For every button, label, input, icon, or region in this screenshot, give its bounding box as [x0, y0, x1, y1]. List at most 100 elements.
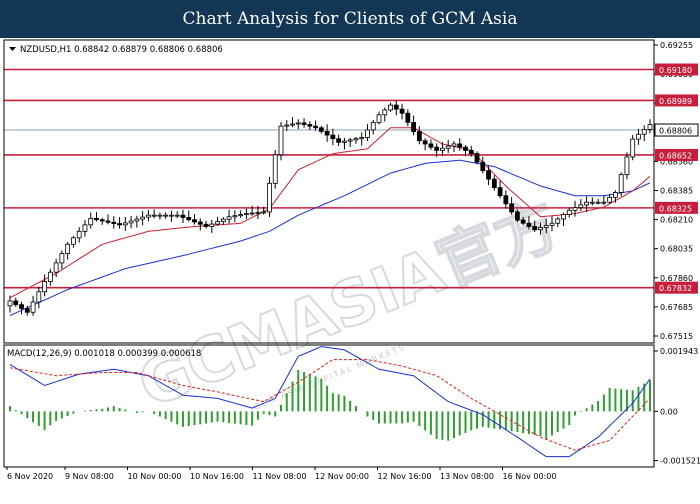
- x-tick-label: 16 Nov 00:00: [503, 472, 557, 481]
- macd-y-tick-label: 0.001943: [660, 347, 698, 356]
- candle-body: [134, 218, 140, 222]
- candle-body: [88, 217, 94, 226]
- candle-body: [607, 196, 613, 203]
- candle-body: [647, 124, 653, 130]
- candle-body: [59, 253, 65, 264]
- candle-body: [538, 227, 543, 231]
- macd-y-tick-label: -0.001521: [660, 457, 700, 466]
- candle-body: [509, 203, 515, 213]
- candle-body: [71, 237, 76, 245]
- candle-body: [555, 218, 561, 224]
- candle-body: [584, 201, 589, 206]
- candle-body: [630, 138, 636, 158]
- candle-body: [47, 271, 53, 282]
- candle-body: [601, 201, 607, 204]
- candle-body: [192, 219, 197, 223]
- candle-body: [434, 146, 440, 151]
- macd-panel: [9, 346, 651, 458]
- candle-body: [307, 124, 313, 127]
- candle-body: [457, 143, 463, 148]
- candle-body: [186, 217, 192, 221]
- candle-body: [382, 109, 388, 116]
- candle-body: [613, 192, 618, 198]
- candle-body: [561, 214, 566, 220]
- candle-body: [13, 300, 19, 306]
- candle-body: [347, 139, 353, 142]
- level-label: 0.68652: [659, 151, 692, 160]
- level-label: 0.69180: [659, 66, 692, 75]
- candle-body: [249, 212, 255, 215]
- candle-body: [532, 226, 538, 231]
- candle-body: [53, 262, 59, 273]
- candle-body: [272, 154, 278, 184]
- candle-body: [117, 223, 122, 226]
- candle-body: [486, 170, 491, 180]
- candle-body: [342, 140, 347, 143]
- y-tick-label: 0.68035: [660, 245, 693, 254]
- collapse-arrow-icon: [9, 47, 16, 51]
- candle-body: [376, 114, 382, 123]
- candle-body: [422, 140, 428, 145]
- chart-area: GCMASIA官方 GCM ASIA CAPITAL MARKETS NZDUSD…: [0, 38, 700, 500]
- candle-body: [145, 214, 151, 218]
- candle-body: [514, 211, 520, 221]
- candle-body: [636, 133, 641, 140]
- candle-body: [278, 125, 284, 156]
- candle-body: [416, 131, 422, 142]
- x-tick-label: 10 Nov 16:00: [190, 472, 244, 481]
- candle-body: [365, 129, 370, 138]
- candle-body: [255, 212, 261, 214]
- macd-panel-frame: [3, 344, 655, 468]
- level-label: 0.68325: [659, 204, 692, 213]
- candle-body: [267, 182, 272, 213]
- candle-body: [497, 187, 503, 197]
- candle-body: [411, 121, 417, 132]
- candle-body: [99, 219, 105, 222]
- candle-body: [572, 207, 578, 211]
- chart-title-banner: Chart Analysis for Clients of GCM Asia: [0, 0, 700, 38]
- candle-body: [122, 222, 128, 226]
- candle-body: [226, 216, 232, 220]
- candle-body: [82, 224, 88, 232]
- y-tick-label: 0.67515: [660, 332, 693, 341]
- y-tick-label: 0.67860: [660, 274, 693, 283]
- candle-body: [7, 300, 13, 307]
- candle-body: [370, 121, 376, 131]
- candle-body: [451, 143, 457, 147]
- candle-body: [330, 134, 336, 140]
- candle-body: [503, 195, 509, 205]
- macd-line: [9, 346, 651, 458]
- macd-y-tick-label: 0.00: [660, 407, 678, 416]
- candle-body: [428, 143, 434, 148]
- chart-svg: GCMASIA官方GCM ASIA CAPITAL MARKETS NZDUSD…: [3, 39, 700, 481]
- y-tick-label: 0.69255: [660, 41, 693, 50]
- candle-body: [151, 214, 157, 217]
- candle-body: [232, 215, 238, 218]
- candle-body: [36, 291, 42, 303]
- x-tick-label: 11 Nov 08:00: [253, 472, 307, 481]
- candle-body: [301, 122, 307, 125]
- candle-body: [313, 125, 318, 129]
- candle-body: [526, 222, 532, 227]
- candle-body: [157, 214, 163, 217]
- candle-body: [209, 223, 215, 227]
- candle-body: [595, 201, 601, 204]
- candle-body: [169, 214, 174, 217]
- candle-body: [94, 217, 99, 221]
- candle-body: [543, 225, 549, 228]
- candle-body: [30, 301, 36, 313]
- level-label: 0.67832: [659, 284, 692, 293]
- level-label: 0.68989: [659, 97, 692, 106]
- x-tick-label: 9 Nov 08:00: [65, 472, 114, 481]
- candle-body: [445, 145, 451, 149]
- candle-body: [105, 220, 111, 223]
- y-tick-label: 0.68210: [660, 216, 693, 225]
- candle-body: [480, 161, 486, 172]
- candle-body: [589, 201, 595, 204]
- candle-body: [318, 127, 324, 132]
- candle-body: [163, 214, 169, 217]
- candle-body: [174, 214, 180, 217]
- axes: 0.692550.690800.689050.687350.685600.683…: [6, 41, 700, 481]
- candle-body: [405, 112, 411, 123]
- candle-body: [324, 131, 330, 136]
